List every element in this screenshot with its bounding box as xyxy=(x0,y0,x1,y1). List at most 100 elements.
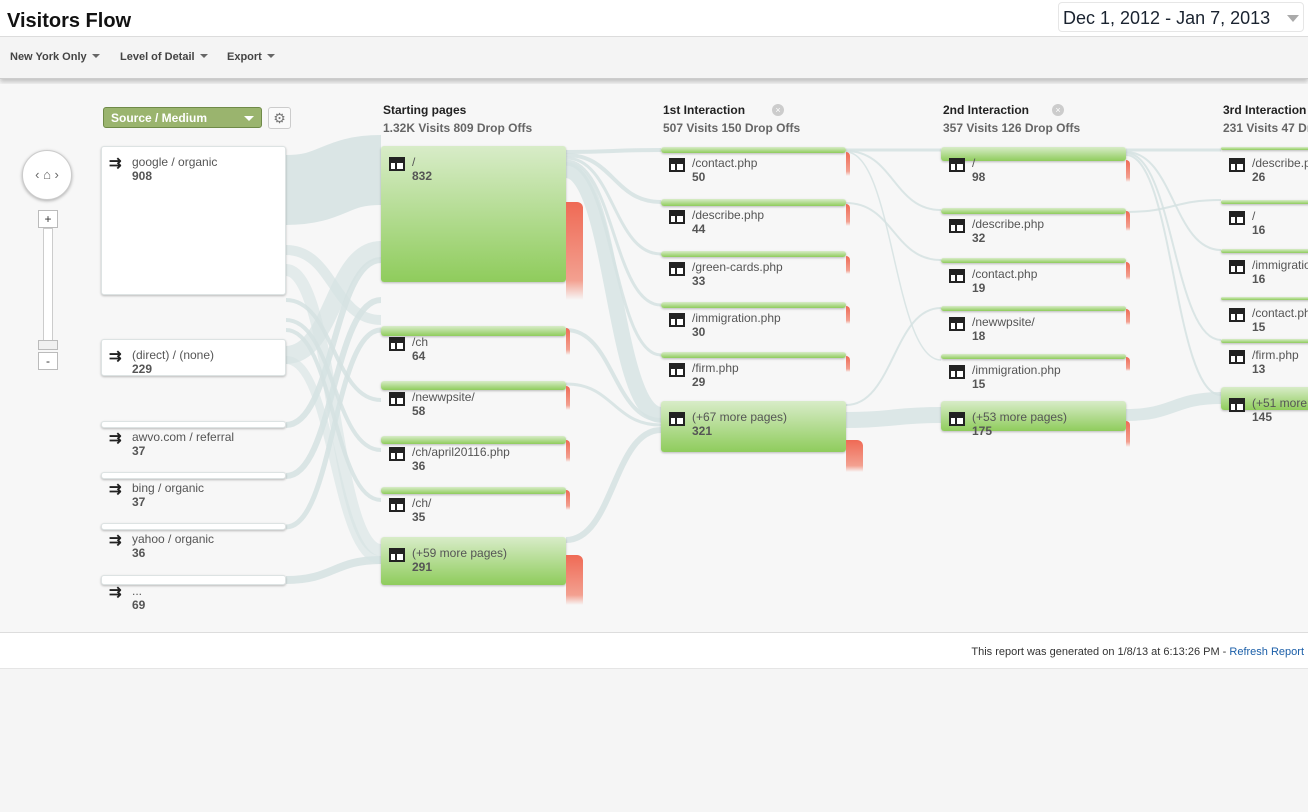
drop-off-bar[interactable] xyxy=(566,555,583,605)
page-node[interactable]: (+67 more pages) 321 xyxy=(661,401,846,452)
source-arrow-icon: ⇉ xyxy=(109,481,122,498)
page-node[interactable]: /describe.php26 xyxy=(1221,147,1308,187)
column-stats: 231 Visits 47 Drop Offs xyxy=(1223,121,1308,135)
drop-off-bar[interactable] xyxy=(846,306,850,324)
refresh-report-link[interactable]: Refresh Report xyxy=(1229,646,1304,658)
page-node[interactable]: /ch/april20116.php 36 xyxy=(381,436,566,476)
remove-step-icon[interactable]: × xyxy=(1052,104,1064,116)
node-label: awvo.com / referral 37 xyxy=(132,430,234,458)
page-node[interactable]: /16 xyxy=(1221,200,1308,240)
gear-icon[interactable]: ⚙ xyxy=(268,107,291,129)
node-name: ... xyxy=(132,584,143,598)
column-title: 2nd Interaction xyxy=(943,103,1030,117)
drop-off-bar[interactable] xyxy=(566,202,583,300)
drop-off-bar[interactable] xyxy=(1126,357,1130,371)
node-label: /16 xyxy=(1252,209,1265,237)
node-bar xyxy=(941,306,1126,311)
source-node[interactable]: ⇉ bing / organic 37 xyxy=(101,472,286,512)
page-node[interactable]: /firm.php 13 xyxy=(1221,339,1308,379)
zoom-slider-handle[interactable] xyxy=(38,340,58,350)
page-icon xyxy=(949,365,965,379)
page-node[interactable]: /immigration.php 30 xyxy=(661,302,846,342)
source-arrow-icon: ⇉ xyxy=(109,348,122,365)
segment-menu[interactable]: New York Only xyxy=(10,51,100,63)
node-name: /firm.php xyxy=(692,361,739,375)
page-node[interactable]: /98 xyxy=(941,147,1126,187)
node-bar xyxy=(661,147,846,153)
zoom-slider[interactable] xyxy=(43,228,53,343)
flow-canvas[interactable]: Source / Medium ⚙ ‹ ⌂ › + - ⇉ google / or… xyxy=(0,84,1308,633)
source-node[interactable]: ⇉... 69 xyxy=(101,575,286,615)
node-visits: 36 xyxy=(412,459,426,473)
page-node[interactable]: /contact.php 19 xyxy=(941,258,1126,298)
node-visits: 44 xyxy=(692,222,706,236)
date-range-picker[interactable]: Dec 1, 2012 - Jan 7, 2013 xyxy=(1058,2,1304,32)
zoom-in-button[interactable]: + xyxy=(38,210,58,228)
drop-off-bar[interactable] xyxy=(846,204,850,226)
node-label: /98 xyxy=(972,156,985,184)
page-node[interactable]: (+51 more pages)145 xyxy=(1221,387,1308,427)
page-node[interactable]: (+53 more pages) 175 xyxy=(941,401,1126,441)
drop-off-bar[interactable] xyxy=(566,440,570,462)
node-bar xyxy=(1221,249,1308,253)
node-visits: 98 xyxy=(972,170,986,184)
page-node[interactable]: /ch 64 xyxy=(381,326,566,366)
drop-off-bar[interactable] xyxy=(566,328,570,355)
page-icon xyxy=(669,210,685,224)
drop-off-bar[interactable] xyxy=(1126,160,1130,182)
drop-off-bar[interactable] xyxy=(1126,211,1130,231)
node-visits: 29 xyxy=(692,375,706,389)
drop-off-bar[interactable] xyxy=(1126,421,1130,447)
level-of-detail-menu[interactable]: Level of Detail xyxy=(120,51,208,63)
dimension-selector[interactable]: Source / Medium xyxy=(103,107,262,128)
node-name: (direct) / (none) xyxy=(132,348,215,362)
page-icon xyxy=(389,157,405,171)
page-node[interactable]: /ch/35 xyxy=(381,487,566,527)
page-node[interactable]: /immigration.php16 xyxy=(1221,249,1308,289)
drop-off-bar[interactable] xyxy=(566,386,570,410)
drop-off-bar[interactable] xyxy=(1126,309,1130,325)
page-node[interactable]: /green-cards.php 33 xyxy=(661,251,846,291)
node-bar xyxy=(941,258,1126,263)
node-bar xyxy=(101,575,286,585)
node-name: /describe.php xyxy=(1252,156,1308,170)
page-node[interactable]: /832 xyxy=(381,146,566,282)
page-icon xyxy=(389,548,405,562)
node-visits: 32 xyxy=(972,231,986,245)
page-node[interactable]: /describe.php 44 xyxy=(661,199,846,239)
source-node[interactable]: ⇉ (direct) / (none) 229 xyxy=(101,339,286,379)
node-visits: 175 xyxy=(972,424,993,438)
drop-off-bar[interactable] xyxy=(846,152,850,176)
drop-off-bar[interactable] xyxy=(846,356,850,372)
node-bar xyxy=(381,381,566,390)
page-node[interactable]: /newwpsite/18 xyxy=(941,306,1126,346)
page-icon xyxy=(949,269,965,283)
node-name: / xyxy=(972,156,976,170)
drop-off-bar[interactable] xyxy=(1126,262,1130,280)
zoom-out-button[interactable]: - xyxy=(38,352,58,370)
node-visits: 15 xyxy=(1252,320,1266,334)
node-visits: 908 xyxy=(132,169,153,183)
page-node[interactable]: /contact.php 50 xyxy=(661,147,846,187)
page-node[interactable]: /describe.php 32 xyxy=(941,208,1126,248)
source-arrow-icon: ⇉ xyxy=(109,584,122,601)
node-name: (+51 more pages) xyxy=(1252,396,1308,410)
page-icon xyxy=(1229,211,1245,225)
node-visits: 19 xyxy=(972,281,986,295)
source-node[interactable]: ⇉ awvo.com / referral 37 xyxy=(101,421,286,461)
home-pan-icon[interactable]: ‹ ⌂ › xyxy=(22,150,72,200)
page-node[interactable]: /firm.php 29 xyxy=(661,352,846,392)
page-title: Visitors Flow xyxy=(7,10,132,32)
drop-off-bar[interactable] xyxy=(846,440,863,472)
remove-step-icon[interactable]: × xyxy=(772,104,784,116)
source-node[interactable]: ⇉ yahoo / organic 36 xyxy=(101,523,286,563)
drop-off-bar[interactable] xyxy=(846,256,850,274)
page-node[interactable]: /contact.php15 xyxy=(1221,297,1308,337)
page-node[interactable]: /newwpsite/58 xyxy=(381,381,566,421)
flow-link xyxy=(565,427,662,543)
drop-off-bar[interactable] xyxy=(566,490,570,510)
page-node[interactable]: (+59 more pages) 291 xyxy=(381,537,566,585)
export-menu[interactable]: Export xyxy=(227,51,275,63)
page-node[interactable]: /immigration.php 15 xyxy=(941,354,1126,394)
source-node[interactable]: ⇉ google / organic 908 xyxy=(101,146,286,295)
